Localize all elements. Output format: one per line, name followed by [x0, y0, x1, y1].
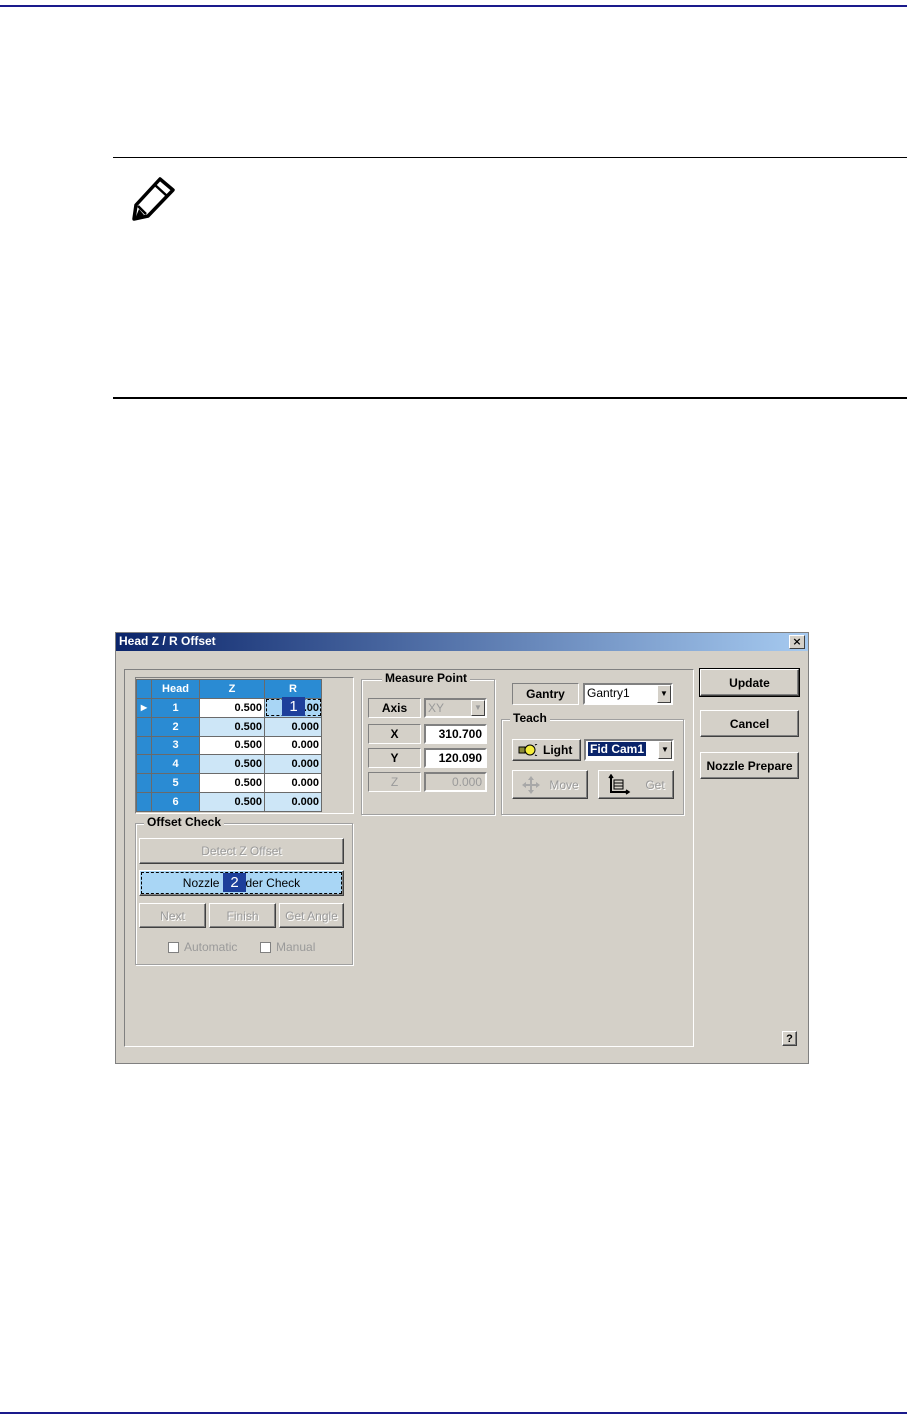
- nozzle-prepare-button[interactable]: Nozzle Prepare: [700, 752, 799, 779]
- note-top-rule: [113, 157, 907, 158]
- head-cell[interactable]: 6: [151, 792, 200, 812]
- camera-value: Fid Cam1: [588, 742, 647, 756]
- chevron-down-icon[interactable]: ▼: [657, 685, 671, 703]
- z-cell[interactable]: 0.500: [199, 735, 265, 756]
- get-label: Get: [645, 777, 665, 792]
- get-angle-button[interactable]: Get Angle: [279, 903, 344, 928]
- cancel-button[interactable]: Cancel: [700, 710, 799, 737]
- head-cell[interactable]: 4: [151, 754, 200, 775]
- finish-button[interactable]: Finish: [209, 903, 276, 928]
- table-row[interactable]: 3 0.500 0.000: [136, 735, 322, 756]
- axis-value: XY: [428, 701, 445, 715]
- z-cell[interactable]: 0.500: [199, 716, 265, 737]
- chevron-down-icon[interactable]: ▼: [658, 741, 672, 759]
- axis-tool-icon: [608, 773, 631, 795]
- nozzle-holder-label-right: der Check: [245, 876, 301, 890]
- note-pencil-icon: [132, 177, 175, 221]
- axis-label: Axis: [368, 698, 421, 718]
- callout-2: 2: [223, 873, 246, 892]
- grid-header-row: Head Z R: [136, 679, 322, 699]
- grid-corner: [136, 679, 152, 699]
- top-rule: [0, 5, 907, 7]
- close-icon[interactable]: ×: [789, 635, 805, 649]
- y-label: Y: [368, 748, 421, 768]
- move-arrows-icon: [522, 775, 541, 794]
- move-label: Move: [549, 777, 579, 792]
- column-header-head[interactable]: Head: [151, 679, 200, 699]
- measure-point-title: Measure Point: [382, 671, 471, 685]
- detect-z-offset-button[interactable]: Detect Z Offset: [139, 838, 344, 864]
- help-icon[interactable]: ?: [782, 1031, 797, 1046]
- column-header-r[interactable]: R: [264, 679, 322, 699]
- y-field[interactable]: 120.090: [424, 748, 487, 768]
- camera-select[interactable]: Fid Cam1 ▼: [584, 739, 674, 761]
- head-cell[interactable]: 2: [151, 716, 200, 737]
- automatic-label: Automatic: [184, 940, 238, 954]
- manual-label: Manual: [276, 940, 316, 954]
- note-bottom-rule: [113, 397, 907, 399]
- next-button[interactable]: Next: [139, 903, 206, 928]
- row-marker-cell: [136, 792, 152, 812]
- r-cell[interactable]: 0.000: [264, 754, 322, 775]
- r-cell[interactable]: 0.000: [264, 792, 322, 812]
- z-label: Z: [368, 772, 421, 792]
- automatic-checkbox[interactable]: Automatic: [168, 940, 237, 954]
- r-cell[interactable]: 0.000: [264, 735, 322, 756]
- row-marker-cell: [136, 716, 152, 737]
- table-row[interactable]: 6 0.500 0.000: [136, 792, 322, 812]
- light-label: Light: [543, 743, 573, 757]
- gantry-select[interactable]: Gantry1 ▼: [583, 683, 673, 705]
- bottom-rule: [0, 1412, 907, 1414]
- x-label: X: [368, 724, 421, 744]
- z-cell[interactable]: 0.500: [199, 754, 265, 775]
- chevron-down-icon[interactable]: ▼: [471, 700, 485, 716]
- x-field[interactable]: 310.700: [424, 724, 487, 744]
- row-marker-icon: ▶: [136, 697, 152, 718]
- light-button[interactable]: Light: [512, 739, 581, 761]
- light-bulb-icon: [518, 744, 538, 756]
- offset-check-title: Offset Check: [144, 815, 225, 829]
- z-field[interactable]: 0.000: [424, 772, 487, 792]
- head-zr-offset-dialog: Head Z / R Offset × Head Z R ▶ 1 0.500 .…: [115, 632, 809, 1064]
- dialog-title: Head Z / R Offset: [119, 634, 216, 648]
- r-cell[interactable]: 0.000: [264, 716, 322, 737]
- teach-title: Teach: [510, 711, 550, 725]
- head-cell[interactable]: 3: [151, 735, 200, 756]
- row-marker-cell: [136, 773, 152, 794]
- update-button[interactable]: Update: [699, 668, 800, 697]
- table-row[interactable]: 4 0.500 0.000: [136, 754, 322, 775]
- checkbox-box: [168, 941, 179, 953]
- column-header-z[interactable]: Z: [199, 679, 265, 699]
- table-row[interactable]: 5 0.500 0.000: [136, 773, 322, 794]
- gantry-value: Gantry1: [587, 686, 630, 700]
- r-cell[interactable]: 0.000: [264, 773, 322, 794]
- teach-group: Teach: [501, 711, 684, 815]
- table-row[interactable]: 2 0.500 0.000: [136, 716, 322, 737]
- nozzle-holder-label-left: Nozzle: [182, 876, 220, 890]
- row-marker-cell: [136, 754, 152, 775]
- z-cell[interactable]: 0.500: [199, 792, 265, 812]
- row-marker-cell: [136, 735, 152, 756]
- callout-1: 1: [282, 697, 305, 716]
- move-button[interactable]: Move: [512, 770, 588, 799]
- head-cell[interactable]: 1: [151, 697, 200, 718]
- z-cell[interactable]: 0.500: [199, 773, 265, 794]
- dialog-titlebar: Head Z / R Offset ×: [116, 633, 808, 651]
- axis-select[interactable]: XY ▼: [424, 698, 487, 718]
- get-button[interactable]: Get: [598, 770, 674, 799]
- manual-checkbox[interactable]: Manual: [260, 940, 315, 954]
- checkbox-box: [260, 941, 271, 953]
- gantry-label: Gantry: [512, 683, 579, 705]
- head-cell[interactable]: 5: [151, 773, 200, 794]
- z-cell[interactable]: 0.500: [199, 697, 265, 718]
